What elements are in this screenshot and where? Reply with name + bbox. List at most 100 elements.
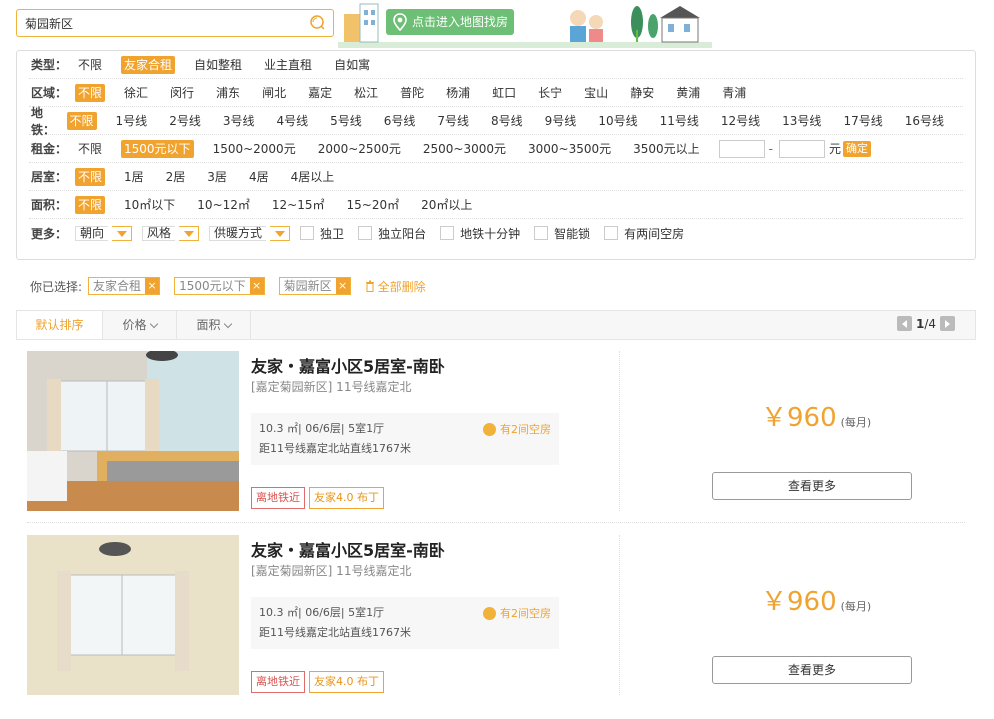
filter-option[interactable]: 不限 [75,167,106,186]
filter-option[interactable]: 10~12㎡ [194,196,253,214]
filter-dropdown[interactable]: 供暖方式 [209,225,291,241]
filter-option[interactable]: 闸北 [259,84,289,102]
rent-max-input[interactable] [779,139,826,158]
filter-option[interactable]: 业主直租 [261,56,315,74]
filter-option[interactable]: 松江 [351,84,381,102]
search-icon[interactable] [309,15,325,31]
filter-option[interactable]: 杨浦 [443,84,473,102]
checkbox-icon[interactable] [358,226,373,240]
filter-option[interactable]: 15~20㎡ [344,196,403,214]
chevron-down-icon[interactable] [270,225,291,241]
sort-area-tab[interactable]: 面积 [177,311,251,339]
filter-option[interactable]: 13号线 [779,112,824,130]
filter-option[interactable]: 黄浦 [673,84,703,102]
filter-option[interactable]: 自如寓 [331,56,373,74]
filter-checkbox[interactable]: 智能锁 [534,225,590,242]
filter-checkbox[interactable]: 独立阳台 [358,225,426,242]
filter-checkbox[interactable]: 有两间空房 [604,225,684,242]
selected-tag[interactable]: 友家合租 × [88,277,161,295]
filter-option[interactable]: 20㎡以上 [418,196,475,214]
filter-option[interactable]: 宝山 [581,84,611,102]
selected-tag[interactable]: 菊园新区 × [278,277,351,295]
filter-option[interactable]: 徐汇 [121,84,151,102]
filter-option[interactable]: 4居 [246,168,272,186]
search-input[interactable] [25,10,295,36]
filter-option[interactable]: 2500~3000元 [420,140,509,158]
filter-option[interactable]: 1500~2000元 [210,140,299,158]
filter-option[interactable]: 虹口 [489,84,519,102]
filter-dropdown[interactable]: 朝向 [75,225,133,241]
filter-option[interactable]: 12~15㎡ [269,196,328,214]
filter-option[interactable]: 5号线 [327,112,365,130]
filter-option[interactable]: 不限 [75,83,106,102]
selected-tag[interactable]: 1500元以下 × [174,277,265,295]
map-search-button[interactable]: 点击进入地图找房 [386,9,514,35]
listing-price: ￥960 (每月) [761,397,871,434]
filter-option[interactable]: 静安 [627,84,657,102]
filter-option[interactable]: 3居 [204,168,230,186]
sort-default-tab[interactable]: 默认排序 [17,311,103,339]
filter-option[interactable]: 7号线 [434,112,472,130]
filter-option[interactable]: 闵行 [167,84,197,102]
clear-all-button[interactable]: 全部删除 [365,278,426,295]
filter-option[interactable]: 不限 [75,140,105,158]
price-unit: (每月) [840,416,872,429]
filter-option[interactable]: 2000~2500元 [315,140,404,158]
filter-option[interactable]: 普陀 [397,84,427,102]
rent-min-input[interactable] [718,139,765,158]
filter-option[interactable]: 4号线 [273,112,311,130]
close-icon[interactable]: × [335,278,350,294]
filter-option[interactable]: 1号线 [113,112,151,130]
filter-option[interactable]: 4居以上 [288,168,338,186]
listing-title[interactable]: 友家・嘉富小区5居室-南卧 [251,537,445,561]
filter-option[interactable]: 8号线 [488,112,526,130]
filter-option[interactable]: 1500元以下 [121,139,194,158]
filter-option[interactable]: 3号线 [220,112,258,130]
filter-option[interactable]: 16号线 [902,112,947,130]
filter-option[interactable]: 长宁 [535,84,565,102]
filter-option[interactable]: 青浦 [719,84,749,102]
filter-option[interactable]: 10㎡以下 [121,196,178,214]
confirm-button[interactable]: 确定 [843,140,872,157]
listing-photo[interactable] [27,535,239,695]
filter-option[interactable]: 不限 [75,56,105,74]
close-icon[interactable]: × [145,278,160,294]
close-icon[interactable]: × [249,278,264,294]
filter-option[interactable]: 友家合租 [121,55,176,74]
view-more-button[interactable]: 查看更多 [712,472,912,500]
checkbox-icon[interactable] [604,226,619,240]
filter-checkbox[interactable]: 地铁十分钟 [440,225,520,242]
filter-option[interactable]: 3000~3500元 [525,140,614,158]
filter-option[interactable]: 自如整租 [191,56,245,74]
checkbox-icon[interactable] [440,226,455,240]
listing-photo[interactable] [27,351,239,511]
listing-title[interactable]: 友家・嘉富小区5居室-南卧 [251,353,445,377]
prev-page-icon[interactable] [896,316,912,331]
next-page-icon[interactable] [940,316,955,331]
chevron-down-icon[interactable] [179,225,200,241]
chevron-down-icon[interactable] [112,225,133,241]
sort-price-tab[interactable]: 价格 [103,311,177,339]
filter-option[interactable]: 3500元以上 [630,140,703,158]
checkbox-icon[interactable] [300,226,315,240]
filter-option[interactable]: 2居 [163,168,189,186]
filter-option[interactable]: 12号线 [718,112,763,130]
filter-option[interactable]: 17号线 [840,112,885,130]
filter-option[interactable]: 1居 [121,168,147,186]
filter-option[interactable]: 10号线 [595,112,640,130]
listing-price: ￥960 (每月) [761,581,871,618]
checkbox-icon[interactable] [534,226,549,240]
filter-option[interactable]: 11号线 [657,112,702,130]
map-banner[interactable]: 点击进入地图找房 [338,0,712,48]
filter-dropdown[interactable]: 风格 [142,225,200,241]
filter-checkbox[interactable]: 独卫 [300,225,344,242]
filter-option[interactable]: 不限 [75,195,106,214]
listing-tag: 友家4.0 布丁 [309,671,384,693]
filter-option[interactable]: 嘉定 [305,84,335,102]
filter-option[interactable]: 浦东 [213,84,243,102]
filter-option[interactable]: 不限 [66,111,97,130]
filter-option[interactable]: 2号线 [166,112,204,130]
filter-option[interactable]: 6号线 [381,112,419,130]
filter-option[interactable]: 9号线 [542,112,580,130]
view-more-button[interactable]: 查看更多 [712,656,912,684]
